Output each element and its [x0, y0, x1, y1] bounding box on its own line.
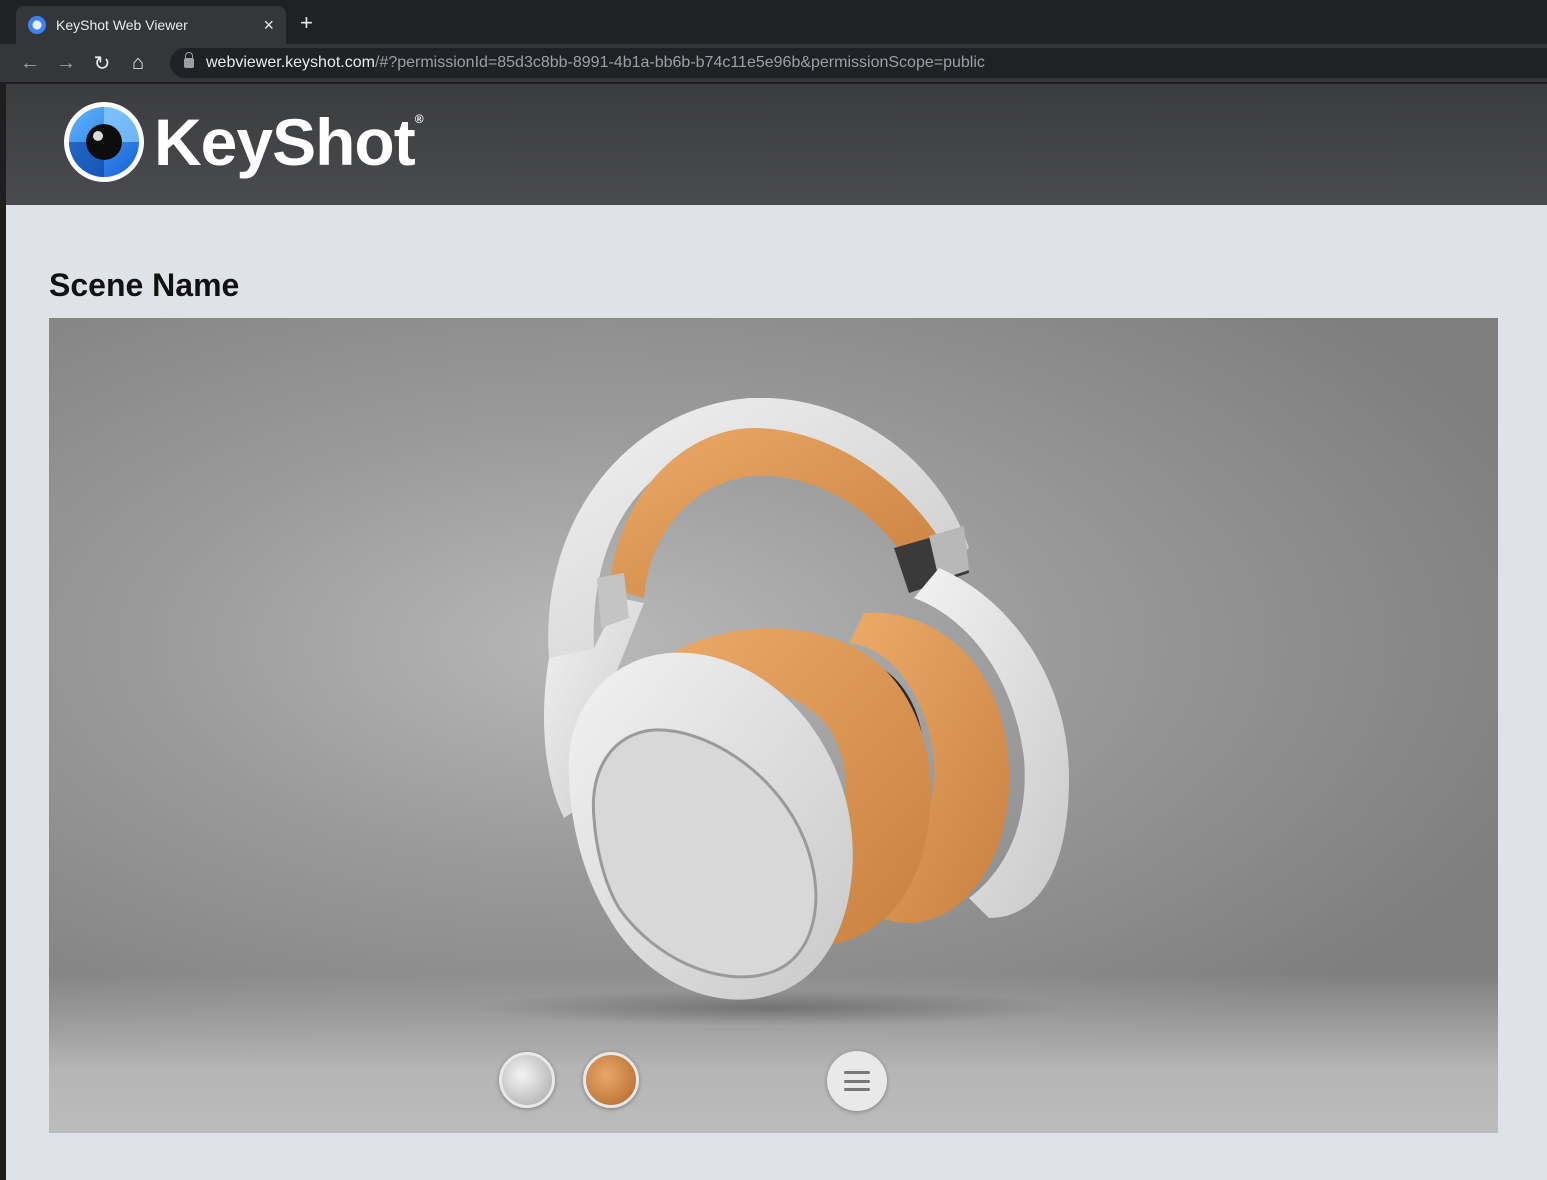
page: KeyShot® Scene Name: [6, 84, 1547, 1180]
browser-tab[interactable]: KeyShot Web Viewer ×: [16, 6, 286, 44]
menu-button[interactable]: [827, 1051, 887, 1111]
scene-title: Scene Name: [49, 267, 240, 303]
keyshot-favicon-icon: [28, 16, 46, 34]
3d-viewer[interactable]: [49, 318, 1498, 1133]
browser-toolbar: ← → ↻ ⌂ webviewer.keyshot.com /#?permiss…: [0, 44, 1547, 82]
forward-button[interactable]: →: [48, 52, 84, 75]
tab-close-icon[interactable]: ×: [263, 15, 274, 36]
browser-tabbar: KeyShot Web Viewer × +: [0, 0, 1547, 44]
headphones-model[interactable]: [469, 398, 1089, 1038]
registered-mark: ®: [414, 112, 424, 126]
address-bar[interactable]: webviewer.keyshot.com /#?permissionId=85…: [170, 48, 1547, 78]
home-button[interactable]: ⌂: [120, 52, 156, 75]
url-path: /#?permissionId=85d3c8bb-8991-4b1a-bb6b-…: [374, 54, 985, 71]
new-tab-button[interactable]: +: [300, 10, 313, 36]
back-button[interactable]: ←: [12, 52, 48, 75]
lock-icon[interactable]: [184, 52, 194, 68]
logo-wordmark: KeyShot: [154, 105, 416, 179]
url-host: webviewer.keyshot.com: [206, 54, 375, 71]
reload-button[interactable]: ↻: [84, 51, 120, 76]
keyshot-logo-text: KeyShot®: [154, 104, 424, 180]
variant-orange-button[interactable]: [583, 1052, 639, 1108]
hamburger-menu-icon: [844, 1071, 870, 1091]
keyshot-logo-icon: [64, 102, 144, 182]
tab-title: KeyShot Web Viewer: [56, 17, 188, 33]
variant-white-button[interactable]: [499, 1052, 555, 1108]
site-header: KeyShot®: [6, 84, 1547, 205]
